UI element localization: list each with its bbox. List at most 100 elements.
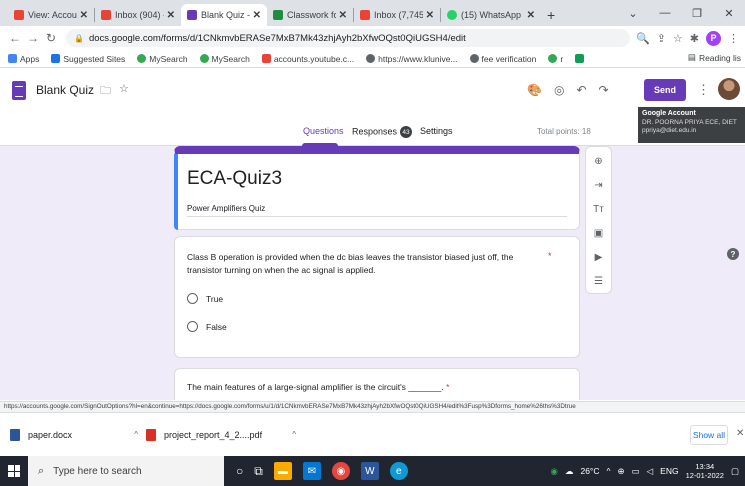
browser-tab-0[interactable]: View: Account upd ✕ [8, 4, 94, 26]
download-filename: project_report_4_2....pdf [164, 429, 263, 440]
bookmark-fee-verification[interactable]: fee verification [469, 54, 536, 64]
volume-icon[interactable]: ◁ [647, 466, 654, 477]
zoom-icon[interactable]: 🔍 [636, 32, 650, 45]
word-icon[interactable]: W [360, 462, 379, 480]
tab-responses[interactable]: Responses 43 [352, 126, 413, 138]
extensions-icon[interactable]: ✱ [690, 32, 699, 45]
close-icon[interactable]: ✕ [736, 428, 744, 439]
browser-tab-4[interactable]: Inbox (7,745) - hod ✕ [354, 4, 440, 26]
download-item-pdf[interactable]: project_report_4_2....pdf ^ [146, 428, 296, 441]
globe-icon [366, 54, 376, 63]
option-true[interactable]: True [187, 293, 223, 304]
close-icon[interactable]: ✕ [426, 10, 434, 21]
close-icon[interactable]: ✕ [253, 10, 261, 21]
bookmark-star-icon[interactable]: ☆ [673, 32, 683, 45]
back-icon[interactable]: ← [6, 31, 24, 45]
share-icon[interactable]: ⇪ [657, 32, 666, 45]
browser-tab-2[interactable]: Blank Quiz - Googl ✕ [181, 4, 267, 26]
window-close-icon[interactable]: ✕ [713, 7, 745, 20]
chevron-up-icon[interactable]: ^ [134, 430, 138, 439]
battery-icon[interactable]: ▭ [632, 466, 640, 477]
notifications-icon[interactable]: ▢ [731, 466, 739, 477]
clock[interactable]: 13:34 12-01-2022 [686, 462, 724, 481]
maximize-icon[interactable]: ❐ [681, 7, 713, 20]
google-forms-logo-icon[interactable] [12, 81, 26, 100]
redo-icon[interactable]: ↷ [599, 83, 609, 97]
system-tray: ◉ ☁ 26°C ^ ⊕ ▭ ◁ ENG 13:34 12-01-2022 ▢ [551, 456, 745, 486]
question-card-1[interactable]: Class B operation is provided when the d… [174, 236, 580, 358]
chevron-up-icon[interactable]: ^ [292, 430, 296, 439]
bookmark-mysearch-1[interactable]: MySearch [137, 54, 188, 64]
chrome-tray-icon[interactable]: ◉ [551, 466, 558, 477]
question-text[interactable]: The main features of a large-signal ampl… [187, 382, 449, 392]
bookmark-suggested-sites[interactable]: Suggested Sites [51, 54, 125, 64]
radio-button[interactable] [187, 321, 198, 332]
star-icon[interactable]: ☆ [119, 82, 129, 101]
cortana-icon[interactable]: ○ [236, 464, 243, 478]
menu-icon[interactable]: ⋮ [728, 32, 739, 45]
show-all-button[interactable]: Show all [690, 425, 728, 445]
more-vert-icon[interactable]: ⋮ [697, 82, 710, 98]
import-questions-icon[interactable]: ⇥ [594, 179, 602, 193]
close-icon[interactable]: ✕ [167, 10, 175, 21]
weather-temp[interactable]: 26°C [580, 466, 599, 476]
chrome-icon[interactable]: ◉ [331, 462, 350, 480]
palette-icon[interactable]: 🎨 [527, 83, 542, 97]
send-button[interactable]: Send [644, 79, 686, 101]
new-tab-button[interactable]: + [547, 7, 555, 23]
add-section-icon[interactable]: ☰ [594, 275, 603, 289]
network-icon[interactable]: ⊕ [617, 466, 624, 477]
form-title-card[interactable]: ECA-Quiz3 Power Amplifiers Quiz [174, 146, 580, 230]
reading-list[interactable]: ▤ Reading lis [688, 52, 741, 63]
folder-icon[interactable]: 🗀 [100, 82, 111, 101]
profile-avatar[interactable]: P [706, 30, 721, 46]
browser-tab-5[interactable]: (15) WhatsApp ✕ [441, 4, 541, 26]
mail-icon[interactable]: ✉ [302, 462, 321, 480]
edge-icon[interactable]: e [389, 462, 408, 480]
preview-eye-icon[interactable]: ◎ [554, 83, 564, 97]
bookmark-apps[interactable]: Apps [8, 54, 39, 64]
pdf-file-icon [146, 428, 156, 441]
download-item-docx[interactable]: paper.docx ^ [10, 428, 138, 441]
tab-settings[interactable]: Settings [420, 126, 453, 136]
tab-questions[interactable]: Questions [303, 126, 344, 136]
address-bar[interactable]: 🔒 docs.google.com/forms/d/1CNkmvbERASe7M… [66, 29, 630, 47]
quiz-title[interactable]: ECA-Quiz3 [187, 168, 282, 190]
add-title-icon[interactable]: Tт [593, 203, 604, 217]
add-video-icon[interactable]: ▶ [595, 251, 603, 265]
bookmark-mysearch-2[interactable]: MySearch [199, 54, 250, 64]
bookmark-kluniversity[interactable]: https://www.klunive... [366, 54, 458, 64]
minimize-icon[interactable]: — [649, 7, 681, 19]
bookmark-youtube-accounts[interactable]: accounts.youtube.c... [261, 54, 354, 64]
form-title[interactable]: Blank Quiz [36, 83, 94, 97]
close-icon[interactable]: ✕ [80, 10, 88, 21]
forms-header: Blank Quiz 🗀 ☆ 🎨 ◎ ↶ ↷ Send ⋮ [0, 69, 745, 120]
question-card-2[interactable]: The main features of a large-signal ampl… [174, 368, 580, 400]
taskbar-search[interactable]: ⌕ Type here to search [28, 456, 224, 486]
bookmark-sheets[interactable] [575, 54, 587, 63]
reload-icon[interactable]: ↻ [42, 31, 60, 45]
close-icon[interactable]: ✕ [527, 10, 535, 21]
option-false[interactable]: False [187, 321, 227, 332]
add-image-icon[interactable]: ▣ [594, 227, 603, 241]
file-explorer-icon[interactable]: ▬ [273, 462, 292, 480]
forward-icon[interactable]: → [24, 31, 42, 45]
task-view-icon[interactable]: ⧉ [254, 464, 263, 479]
responses-count-badge: 43 [400, 126, 413, 138]
help-icon[interactable]: ? [727, 248, 739, 260]
google-forms-icon [187, 10, 197, 20]
tab-search-icon[interactable]: ⌄ [617, 7, 649, 20]
chevron-up-icon[interactable]: ^ [606, 466, 610, 476]
start-button[interactable] [0, 456, 28, 486]
bookmark-r[interactable]: r [548, 54, 563, 64]
radio-button[interactable] [187, 293, 198, 304]
browser-tab-3[interactable]: Classwork for ECA ✕ [267, 4, 353, 26]
account-avatar[interactable] [718, 78, 740, 100]
close-icon[interactable]: ✕ [339, 10, 347, 21]
browser-tab-1[interactable]: Inbox (904) - ppriy ✕ [95, 4, 181, 26]
quiz-description[interactable]: Power Amplifiers Quiz [187, 204, 567, 217]
question-text[interactable]: Class B operation is provided when the d… [187, 251, 527, 277]
language-indicator[interactable]: ENG [660, 466, 678, 476]
add-question-icon[interactable]: ⊕ [594, 155, 602, 169]
undo-icon[interactable]: ↶ [576, 83, 586, 97]
